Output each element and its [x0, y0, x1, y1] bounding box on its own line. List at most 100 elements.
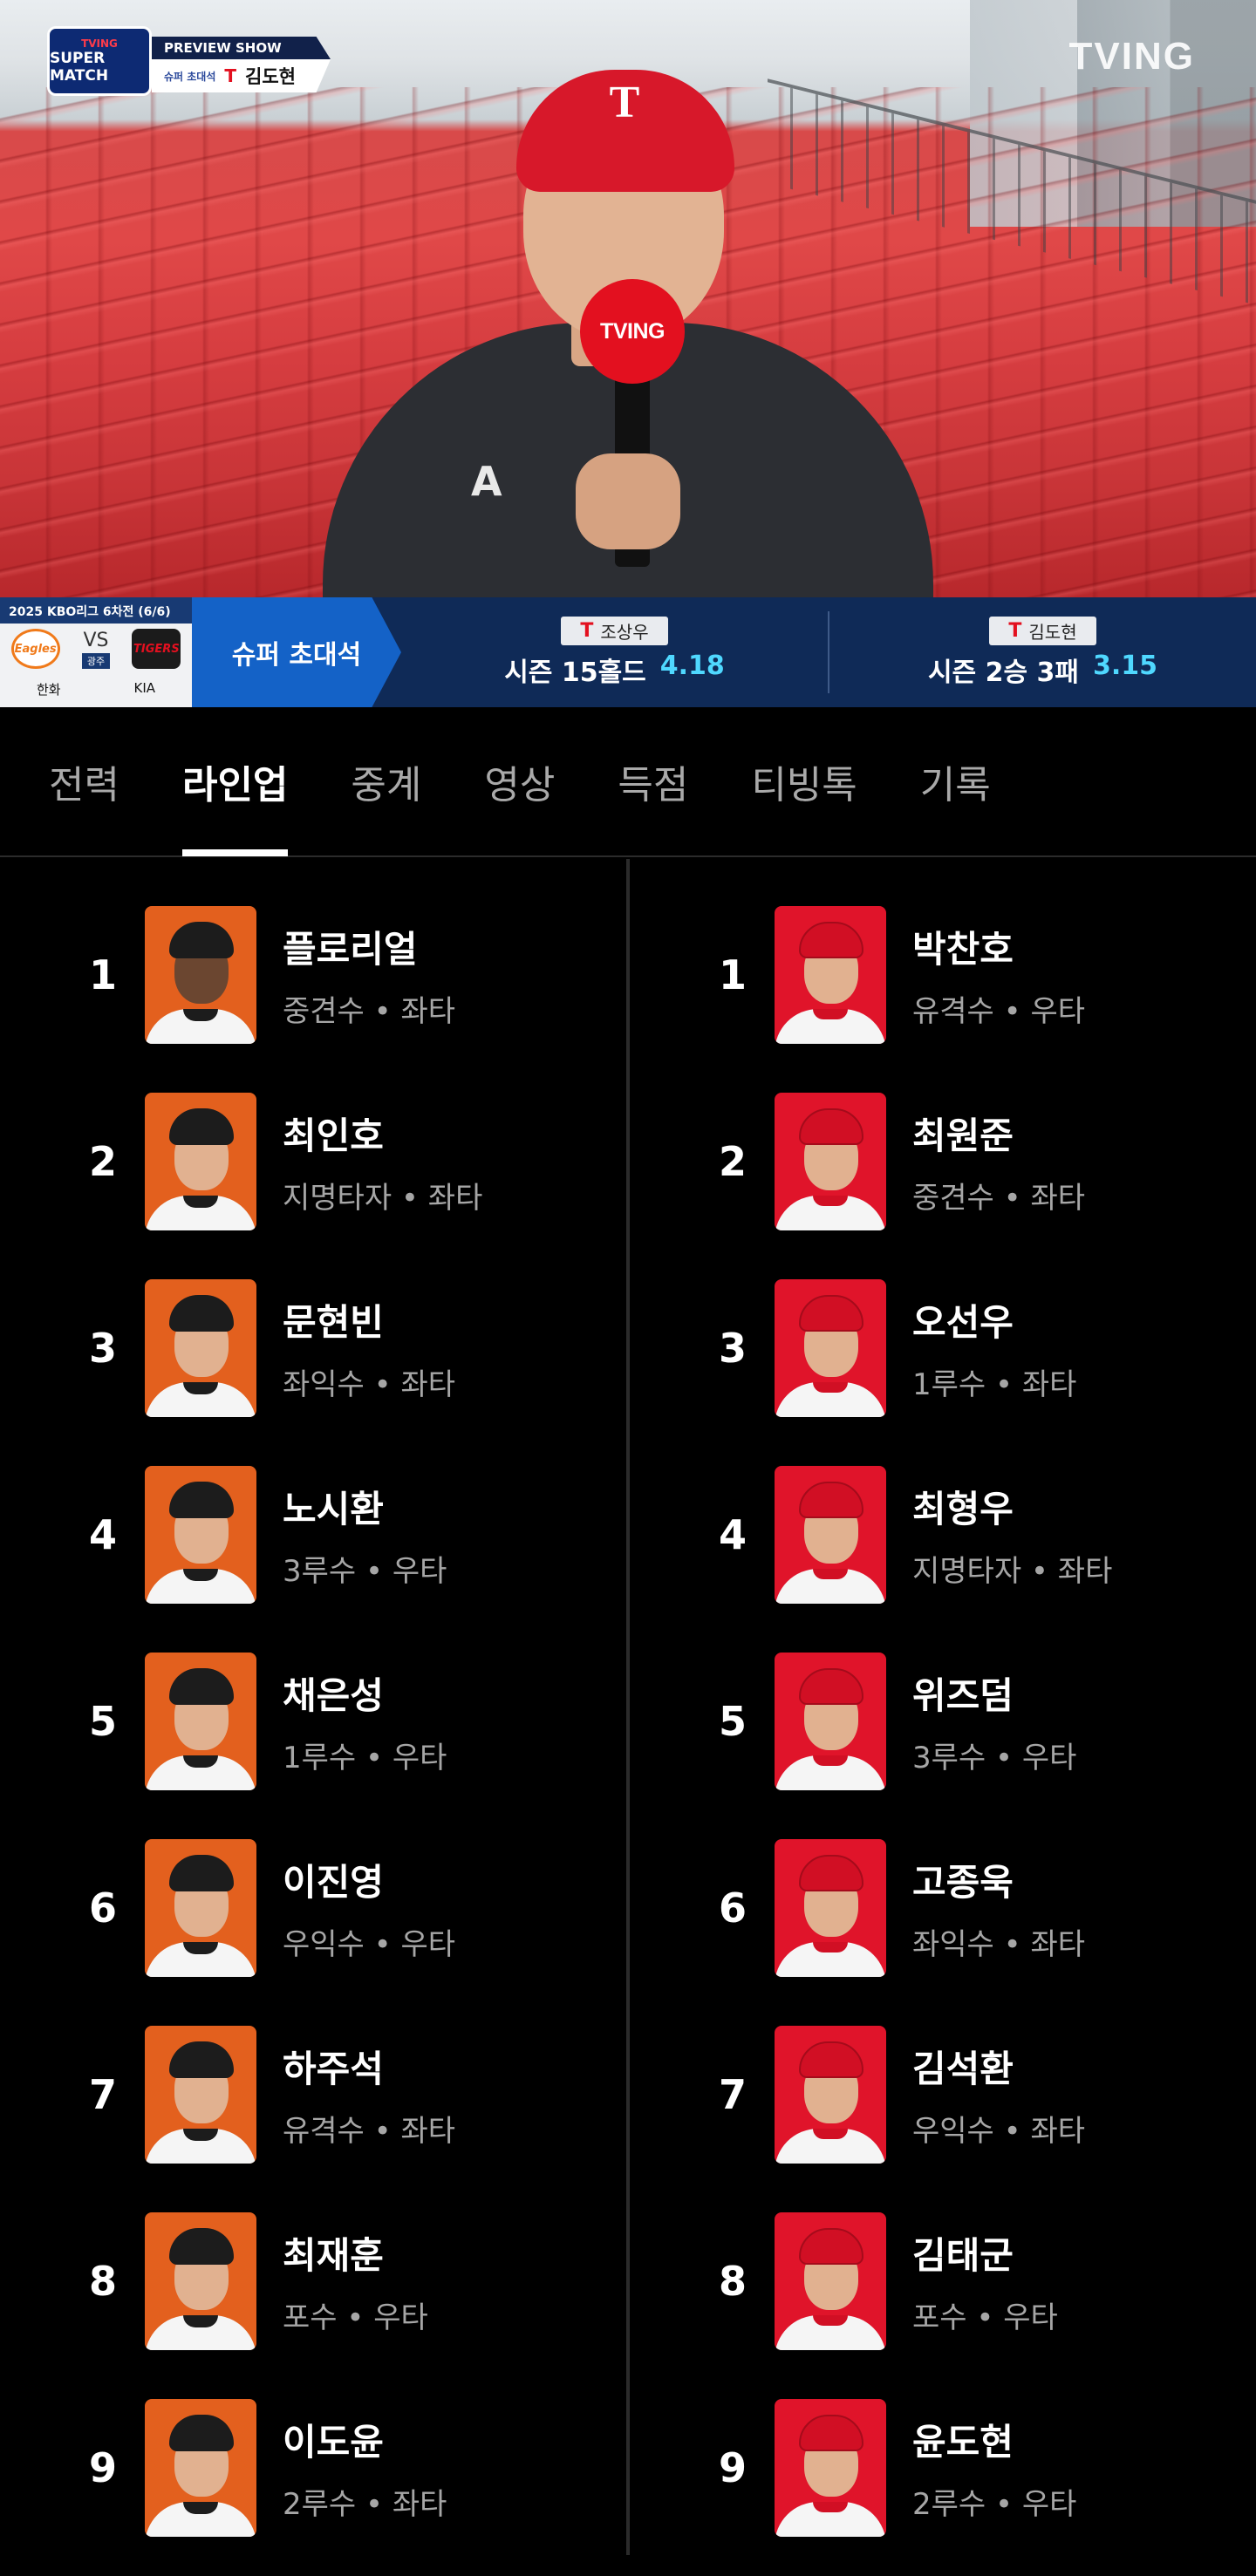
batting-order: 7 — [88, 2071, 117, 2118]
player-jersey — [145, 1196, 256, 1230]
player-info: 최원준 중견수 • 좌타 — [912, 1107, 1085, 1216]
pitcher-stat-2: T 김도현 시즌 2승 3패 3.15 — [829, 597, 1256, 707]
tab-records[interactable]: 기록 — [920, 706, 991, 856]
player-photo[interactable] — [145, 1839, 256, 1977]
player-position: 지명타자 • 좌타 — [912, 1554, 1113, 1589]
batting-order: 8 — [88, 2258, 117, 2305]
player-name[interactable]: 윤도현 — [912, 2413, 1076, 2466]
player-jersey — [145, 2502, 256, 2537]
show-segment: 슈퍼 초대석 — [164, 70, 216, 83]
player-name[interactable]: 최원준 — [912, 1107, 1085, 1160]
lineup-row[interactable]: 9 윤도현 2루수 • 우타 — [630, 2399, 1256, 2537]
player-cap — [169, 2228, 234, 2265]
player-name[interactable]: 문현빈 — [283, 1293, 455, 1346]
player-photo[interactable] — [145, 1279, 256, 1417]
lineup-row[interactable]: 1 플로리얼 중견수 • 좌타 — [0, 906, 626, 1044]
player-jersey — [145, 1009, 256, 1044]
player-name[interactable]: 김태군 — [912, 2226, 1058, 2280]
player-photo[interactable] — [775, 906, 886, 1044]
microphone: TVING — [580, 279, 685, 384]
player-name[interactable]: 최재훈 — [283, 2226, 428, 2280]
tab-scoring[interactable]: 득점 — [618, 706, 688, 856]
player-photo[interactable] — [775, 1279, 886, 1417]
batting-order: 1 — [718, 951, 747, 998]
lineup-row[interactable]: 4 최형우 지명타자 • 좌타 — [630, 1466, 1256, 1604]
player-name[interactable]: 플로리얼 — [283, 920, 455, 973]
tab-lineup-power[interactable]: 전력 — [49, 706, 119, 856]
batting-order: 9 — [718, 2444, 747, 2491]
player-photo[interactable] — [775, 1839, 886, 1977]
player-cap — [799, 1855, 864, 1891]
player-jersey — [145, 2315, 256, 2350]
player-info: 최인호 지명타자 • 좌타 — [283, 1107, 482, 1216]
player-photo[interactable] — [145, 906, 256, 1044]
lineup-row[interactable]: 9 이도윤 2루수 • 좌타 — [0, 2399, 626, 2537]
lineup-row[interactable]: 1 박찬호 유격수 • 우타 — [630, 906, 1256, 1044]
player-photo[interactable] — [145, 2399, 256, 2537]
player-name[interactable]: 이도윤 — [283, 2413, 447, 2466]
player-info: 최형우지명타자 • 좌타 — [912, 1480, 1112, 1590]
player-photo[interactable] — [145, 1093, 256, 1230]
lineup-row[interactable]: 6 고종욱 좌익수 • 좌타 — [630, 1839, 1256, 1977]
lineup-row[interactable]: 8 최재훈 포수 • 우타 — [0, 2212, 626, 2350]
player-jersey — [145, 1382, 256, 1417]
lineup-row[interactable]: 2 최인호 지명타자 • 좌타 — [0, 1093, 626, 1230]
player-photo[interactable] — [145, 2212, 256, 2350]
player-name[interactable]: 하주석 — [283, 2040, 455, 2093]
lineup-row[interactable]: 3 문현빈 좌익수 • 좌타 — [0, 1279, 626, 1417]
lineup-row[interactable]: 8 김태군 포수 • 우타 — [630, 2212, 1256, 2350]
player-name[interactable]: 박찬호 — [912, 920, 1085, 973]
video-player[interactable]: T A TVING TVING SUPER MATCH PREVIEW SHOW… — [0, 0, 1256, 597]
score-bar: 2025 KBO리그 6차전 (6/6) Eagles VS 광주 TIGERS… — [0, 597, 1256, 707]
lineup-row[interactable]: 6 이진영 우익수 • 우타 — [0, 1839, 626, 1977]
player-info: 이진영 우익수 • 우타 — [283, 1853, 455, 1963]
player-cap — [169, 1855, 234, 1891]
player-photo[interactable] — [775, 2399, 886, 2537]
tab-broadcast[interactable]: 중계 — [351, 706, 421, 856]
player-name[interactable]: 이진영 — [283, 1853, 455, 1906]
player-position: 3루수 • 우타 — [912, 1741, 1077, 1775]
player-photo[interactable] — [775, 1093, 886, 1230]
lineup-row[interactable]: 3 오선우 1루수 • 좌타 — [630, 1279, 1256, 1417]
player-photo[interactable] — [775, 2212, 886, 2350]
pitcher-name-pill: T 김도현 — [989, 616, 1096, 645]
player-photo[interactable] — [145, 2026, 256, 2164]
player-name[interactable]: 김석환 — [912, 2040, 1085, 2093]
pitcher-season-stat: 시즌 2승 3패 — [927, 657, 1079, 688]
lineup-row[interactable]: 5 위즈덤 3루수 • 우타 — [630, 1653, 1256, 1790]
pitcher-stat-line: 시즌 2승 3패 3.15 — [928, 651, 1157, 689]
tab-video[interactable]: 영상 — [484, 706, 555, 856]
microphone-label: TVING — [600, 318, 665, 344]
tab-tving-talk[interactable]: 티빙톡 — [751, 706, 857, 856]
player-info: 고종욱 좌익수 • 좌타 — [912, 1853, 1085, 1963]
player-photo[interactable] — [775, 2026, 886, 2164]
lineup-row[interactable]: 7 하주석 유격수 • 좌타 — [0, 2026, 626, 2164]
player-name[interactable]: 고종욱 — [912, 1853, 1085, 1906]
player-name[interactable]: 최인호 — [283, 1107, 482, 1160]
player-position: 우익수 • 좌타 — [912, 2114, 1086, 2149]
batting-order: 3 — [88, 1325, 117, 1372]
player-name[interactable]: 오선우 — [912, 1293, 1076, 1346]
kia-logo: TIGERS — [132, 629, 181, 669]
lineup-row[interactable]: 5 채은성 1루수 • 우타 — [0, 1653, 626, 1790]
lineup-row[interactable]: 4 노시환 3루수 • 우타 — [0, 1466, 626, 1604]
player-position: 2루수 • 좌타 — [283, 2487, 447, 2522]
player-photo[interactable] — [145, 1466, 256, 1604]
player-position: 1루수 • 좌타 — [912, 1367, 1077, 1402]
player-cap — [799, 2041, 864, 2078]
player-photo[interactable] — [145, 1653, 256, 1790]
cap-logo: T — [609, 78, 640, 127]
lineup-row[interactable]: 7 김석환 우익수 • 좌타 — [630, 2026, 1256, 2164]
player-cap — [799, 1108, 864, 1145]
lineup-row[interactable]: 2 최원준 중견수 • 좌타 — [630, 1093, 1256, 1230]
player-name[interactable]: 채은성 — [283, 1666, 447, 1720]
player-position: 1루수 • 우타 — [283, 1741, 447, 1775]
player-name[interactable]: 최형우 — [912, 1480, 1112, 1533]
tab-lineup[interactable]: 라인업 — [181, 706, 289, 856]
player-name[interactable]: 노시환 — [283, 1480, 447, 1533]
player-cap — [799, 2228, 864, 2265]
player-photo[interactable] — [775, 1653, 886, 1790]
player-position: 포수 • 우타 — [912, 2300, 1058, 2335]
player-name[interactable]: 위즈덤 — [912, 1666, 1076, 1720]
player-photo[interactable] — [775, 1466, 886, 1604]
